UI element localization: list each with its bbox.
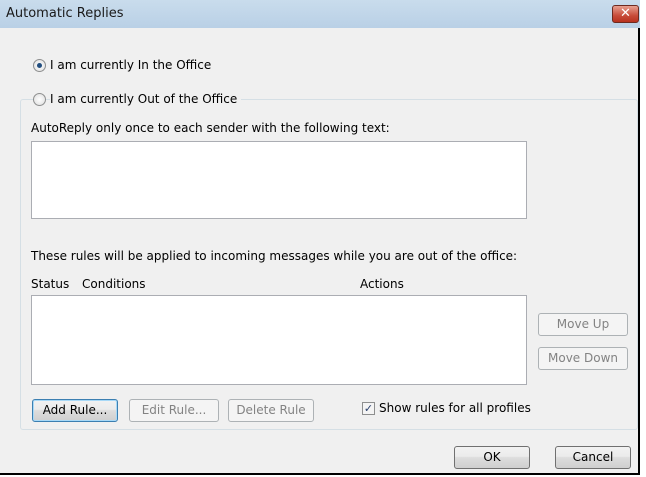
ok-button[interactable]: OK <box>454 446 530 469</box>
column-header-conditions[interactable]: Conditions <box>82 277 146 291</box>
in-office-radio[interactable] <box>33 59 46 72</box>
autoreply-label: AutoReply only once to each sender with … <box>31 121 390 135</box>
column-header-status[interactable]: Status <box>31 277 69 291</box>
add-rule-button[interactable]: Add Rule... <box>32 399 118 422</box>
cancel-button[interactable]: Cancel <box>555 446 631 469</box>
title-bar[interactable]: Automatic Replies ✕ <box>0 0 640 28</box>
out-of-office-radio[interactable] <box>33 93 46 106</box>
column-header-actions[interactable]: Actions <box>360 277 404 291</box>
move-down-button[interactable]: Move Down <box>538 347 628 370</box>
in-office-label[interactable]: I am currently In the Office <box>50 58 211 72</box>
rules-list[interactable] <box>31 295 527 385</box>
close-icon: ✕ <box>620 6 631 21</box>
show-all-profiles-label[interactable]: Show rules for all profiles <box>379 401 531 415</box>
delete-rule-button[interactable]: Delete Rule <box>228 399 314 422</box>
window-title: Automatic Replies <box>6 6 124 21</box>
autoreply-text-field[interactable] <box>31 141 527 219</box>
out-of-office-label[interactable]: I am currently Out of the Office <box>50 92 242 106</box>
show-all-profiles-checkbox[interactable]: ✓ <box>362 402 375 415</box>
rules-intro-text: These rules will be applied to incoming … <box>31 249 518 263</box>
automatic-replies-dialog: Automatic Replies ✕ I am currently In th… <box>0 0 640 475</box>
dialog-body: I am currently In the Office I am curren… <box>0 28 638 473</box>
close-button[interactable]: ✕ <box>612 5 639 23</box>
move-up-button[interactable]: Move Up <box>538 313 628 336</box>
check-icon: ✓ <box>363 402 374 415</box>
edit-rule-button[interactable]: Edit Rule... <box>129 399 219 422</box>
